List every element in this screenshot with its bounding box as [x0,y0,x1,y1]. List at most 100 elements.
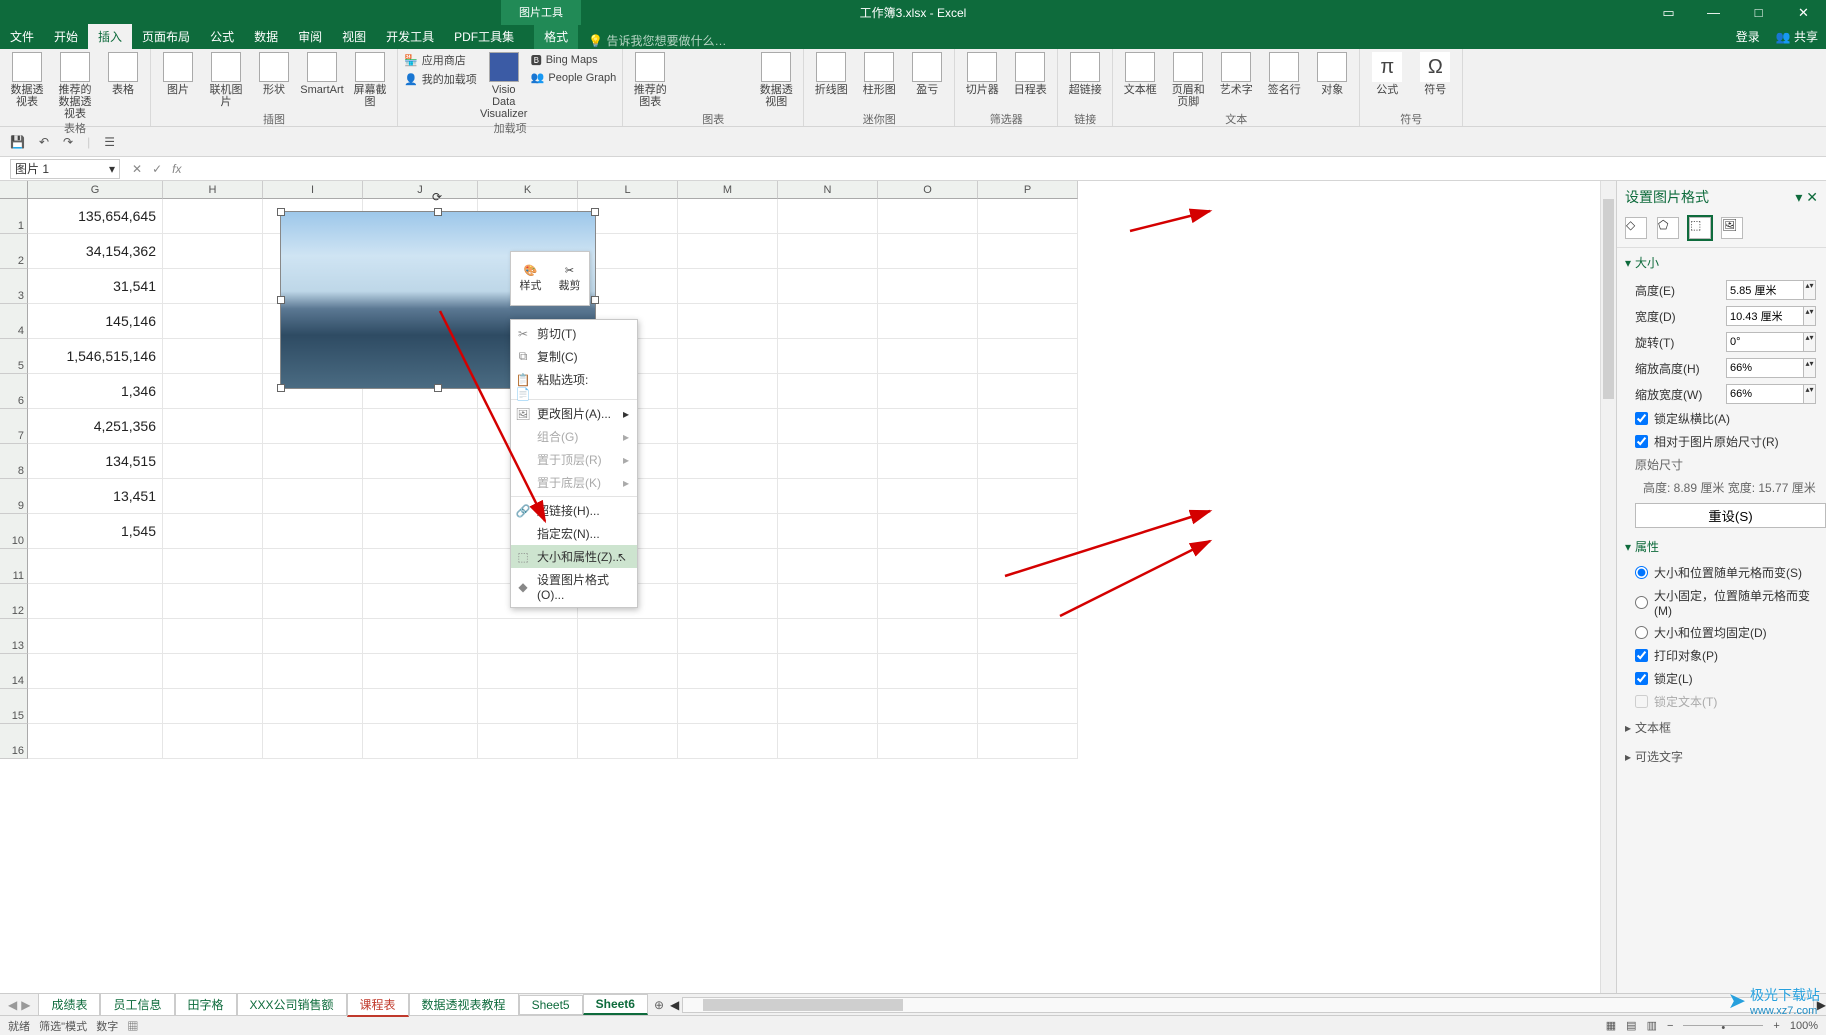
cell[interactable] [163,724,263,759]
fx-icon[interactable]: fx [172,162,181,176]
cell[interactable] [263,514,363,549]
column-header[interactable]: P [978,181,1078,199]
hyperlink-button[interactable]: 超链接 [1064,52,1106,96]
resize-handle[interactable] [434,384,442,392]
minimize-icon[interactable]: — [1691,0,1736,25]
cell[interactable] [263,584,363,619]
tab-insert[interactable]: 插入 [88,24,132,49]
cell[interactable] [478,619,578,654]
tell-me-search[interactable]: 💡 告诉我您想要做什么… [588,32,1728,49]
rotate-handle-icon[interactable]: ⟳ [432,190,442,204]
cell[interactable] [163,234,263,269]
shapes-button[interactable]: 形状 [253,52,295,96]
cell[interactable] [363,689,478,724]
cell[interactable] [678,584,778,619]
cell[interactable] [478,724,578,759]
cell[interactable] [978,584,1078,619]
header-footer-button[interactable]: 页眉和页脚 [1167,52,1209,108]
cell[interactable] [778,269,878,304]
cell[interactable] [778,549,878,584]
tab-formulas[interactable]: 公式 [200,24,244,49]
reset-size-button[interactable]: 重设(S) [1635,503,1826,528]
pane-tab-size-icon[interactable]: ⬚ [1689,217,1711,239]
cell[interactable] [778,234,878,269]
my-addins-button[interactable]: 👤 我的加载项 [404,71,477,87]
column-header[interactable]: K [478,181,578,199]
tab-file[interactable]: 文件 [0,24,44,49]
equation-button[interactable]: π公式 [1366,52,1408,96]
pictures-button[interactable]: 图片 [157,52,199,96]
cell[interactable] [678,724,778,759]
column-header[interactable]: H [163,181,263,199]
cell[interactable] [163,409,263,444]
row-header[interactable]: 3 [0,269,28,304]
horizontal-scrollbar[interactable]: ◀ ▶ [670,996,1826,1014]
tab-developer[interactable]: 开发工具 [376,24,444,49]
name-box[interactable]: 图片 1▾ [10,159,120,179]
menu-change-picture[interactable]: 🖼更改图片(A)...▸ [511,402,637,425]
cell[interactable] [678,269,778,304]
tab-pagelayout[interactable]: 页面布局 [132,24,200,49]
style-button[interactable]: 🎨样式 [511,252,550,305]
cell[interactable] [978,654,1078,689]
recommended-pivottables-button[interactable]: 推荐的数据透视表 [54,52,96,120]
cell[interactable] [28,584,163,619]
line-sparkline-button[interactable]: 折线图 [810,52,852,96]
tab-pdf[interactable]: PDF工具集 [444,24,524,49]
cell[interactable] [578,654,678,689]
column-header[interactable]: L [578,181,678,199]
macro-record-icon[interactable]: ▦ [127,1021,138,1033]
cell[interactable] [163,199,263,234]
winloss-sparkline-button[interactable]: 盈亏 [906,52,948,96]
cell[interactable] [163,444,263,479]
cell[interactable] [363,584,478,619]
cell[interactable] [878,339,978,374]
view-pagelayout-icon[interactable]: ▤ [1626,1019,1636,1032]
cell[interactable] [778,304,878,339]
locked-checkbox[interactable] [1635,672,1648,685]
row-header[interactable]: 8 [0,444,28,479]
cell[interactable] [978,514,1078,549]
dont-move-or-size-radio[interactable] [1635,626,1648,639]
pane-options-icon[interactable]: ▾ [1795,189,1802,205]
row-header[interactable]: 14 [0,654,28,689]
cell[interactable] [263,549,363,584]
cell[interactable] [778,409,878,444]
cell[interactable] [878,444,978,479]
cell[interactable] [878,584,978,619]
cell[interactable] [778,479,878,514]
cell[interactable]: 13,451 [28,479,163,514]
column-header[interactable]: I [263,181,363,199]
sheet-tab[interactable]: 田字格 [175,993,237,1016]
cell[interactable] [878,724,978,759]
lock-aspect-checkbox[interactable] [1635,412,1648,425]
row-header[interactable]: 1 [0,199,28,234]
cell[interactable] [163,479,263,514]
cell[interactable] [978,549,1078,584]
column-header[interactable]: J [363,181,478,199]
cell[interactable] [678,304,778,339]
cell[interactable] [678,199,778,234]
save-icon[interactable]: 💾 [10,135,25,149]
cell[interactable] [263,689,363,724]
row-header[interactable]: 6 [0,374,28,409]
share-button[interactable]: 👥 共享 [1768,24,1826,49]
row-header[interactable]: 7 [0,409,28,444]
cell[interactable]: 1,545 [28,514,163,549]
cell[interactable] [678,339,778,374]
cell[interactable] [363,549,478,584]
cell[interactable] [578,619,678,654]
tab-format-context[interactable]: 格式 [534,24,578,49]
cell[interactable]: 135,654,645 [28,199,163,234]
chart-type-icon[interactable] [702,52,724,70]
cell[interactable] [778,654,878,689]
recommended-charts-button[interactable]: 推荐的图表 [629,52,671,108]
cell[interactable]: 34,154,362 [28,234,163,269]
cell[interactable] [978,339,1078,374]
row-header[interactable]: 15 [0,689,28,724]
bing-maps-button[interactable]: 🅱 Bing Maps [531,52,598,68]
select-all-triangle[interactable] [0,181,28,199]
chart-type-icon[interactable] [727,73,749,91]
cell[interactable] [478,654,578,689]
column-sparkline-button[interactable]: 柱形图 [858,52,900,96]
